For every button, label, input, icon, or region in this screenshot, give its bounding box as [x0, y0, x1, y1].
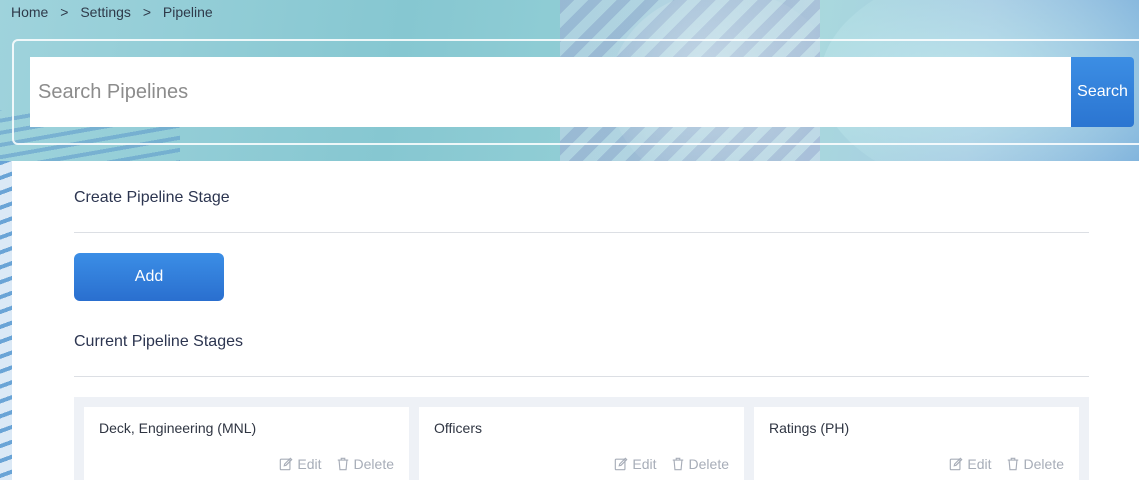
edit-stage-button[interactable]: Edit	[949, 456, 992, 472]
edit-label: Edit	[632, 456, 657, 472]
delete-label: Delete	[688, 456, 729, 472]
create-section-title: Create Pipeline Stage	[74, 189, 230, 206]
delete-label: Delete	[353, 456, 394, 472]
stage-name: Deck, Engineering (MNL)	[99, 420, 257, 436]
stage-card: Ratings (PH) Edit Delete	[754, 407, 1079, 480]
pipeline-stages-list: Deck, Engineering (MNL) Edit Delete Offi…	[74, 397, 1089, 480]
current-section-divider	[74, 376, 1089, 377]
breadcrumb-settings[interactable]: Settings	[80, 4, 131, 20]
delete-stage-button[interactable]: Delete	[1006, 456, 1064, 472]
search-input[interactable]	[30, 57, 1071, 127]
breadcrumb-separator: >	[60, 4, 69, 20]
edit-label: Edit	[297, 456, 322, 472]
edit-icon	[280, 457, 293, 471]
edit-icon	[950, 457, 963, 471]
breadcrumb-separator: >	[142, 4, 151, 20]
stage-name: Ratings (PH)	[769, 420, 850, 436]
stage-actions: Edit Delete	[614, 456, 729, 472]
stage-card: Officers Edit Delete	[419, 407, 744, 480]
stage-name: Officers	[434, 420, 482, 436]
create-section-divider	[74, 232, 1089, 233]
delete-stage-button[interactable]: Delete	[336, 456, 394, 472]
edit-stage-button[interactable]: Edit	[614, 456, 657, 472]
add-stage-button[interactable]: Add	[74, 253, 224, 301]
stage-actions: Edit Delete	[279, 456, 394, 472]
edit-label: Edit	[967, 456, 992, 472]
left-edge-decoration	[0, 161, 12, 480]
breadcrumb-home[interactable]: Home	[11, 4, 48, 20]
trash-icon	[337, 457, 348, 471]
edit-icon	[615, 457, 628, 471]
trash-icon	[672, 457, 683, 471]
trash-icon	[1007, 457, 1018, 471]
stage-actions: Edit Delete	[949, 456, 1064, 472]
delete-stage-button[interactable]: Delete	[671, 456, 729, 472]
breadcrumb-pipeline: Pipeline	[162, 4, 213, 20]
current-section-title: Current Pipeline Stages	[74, 333, 243, 350]
delete-label: Delete	[1023, 456, 1064, 472]
search-button[interactable]: Search	[1071, 57, 1134, 127]
edit-stage-button[interactable]: Edit	[279, 456, 322, 472]
stage-card: Deck, Engineering (MNL) Edit Delete	[84, 407, 409, 480]
breadcrumb: Home > Settings > Pipeline	[11, 4, 213, 20]
